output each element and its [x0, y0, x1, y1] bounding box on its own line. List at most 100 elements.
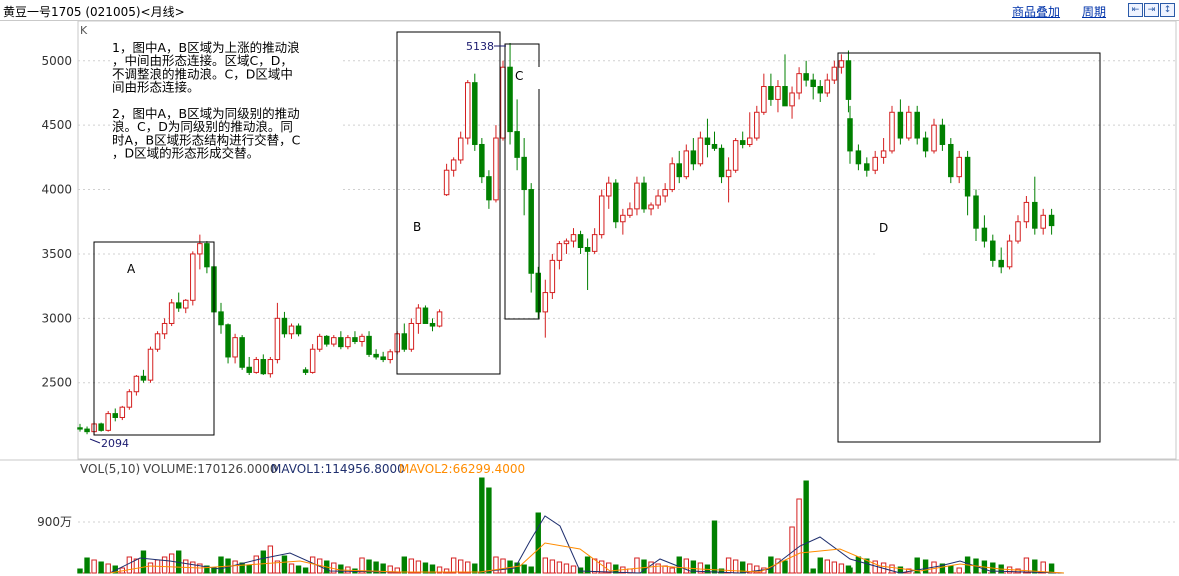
volume-bar	[218, 556, 224, 574]
volume-bar	[267, 545, 274, 574]
volume-bar	[889, 564, 895, 574]
candle-down	[77, 427, 83, 430]
region-label-b: B	[413, 220, 421, 234]
candle-down	[914, 111, 920, 139]
nav-first-button[interactable]: ⇤	[1128, 3, 1143, 17]
candle-down	[998, 259, 1004, 268]
candle-down	[218, 311, 224, 326]
volume-bar	[789, 526, 795, 574]
candle-down	[429, 322, 436, 327]
volume-bar	[161, 556, 168, 574]
low-value-label: 2094	[101, 437, 129, 450]
volume-bar	[711, 520, 718, 574]
volume-bar	[288, 563, 295, 574]
candle-up	[359, 335, 365, 343]
candle-down	[528, 189, 534, 274]
y-tick-label: 2500	[41, 376, 72, 390]
volume-bar	[415, 560, 422, 574]
candle-down	[973, 195, 979, 229]
candle-down	[486, 176, 492, 201]
candle-down	[422, 307, 429, 324]
volume-bar	[855, 556, 862, 574]
candle-down	[939, 124, 946, 145]
candle-up	[831, 66, 838, 81]
candle-down	[676, 163, 682, 178]
volume-bar	[838, 563, 845, 574]
candle-up	[889, 111, 895, 152]
candle-down	[140, 375, 147, 381]
candle-up	[253, 359, 259, 373]
low-leader-line	[89, 438, 101, 444]
candle-up	[732, 140, 739, 171]
candle-up	[880, 150, 887, 158]
candle-down	[472, 82, 478, 145]
candle-down	[380, 356, 386, 361]
kline-chart[interactable]: K 2500 3000 3500 4000 4500 5000 A B C D 5138 2094 1…	[0, 21, 1179, 576]
volume-bar	[824, 559, 830, 574]
price-axis: K 2500 3000 3500 4000 4500 5000	[41, 24, 88, 390]
volume-bar	[239, 562, 245, 574]
volume-bar	[98, 561, 104, 574]
candle-up	[183, 299, 189, 309]
candle-up	[465, 82, 471, 139]
chart-title: 黄豆一号1705 (021005)<月线>	[3, 5, 185, 19]
volume-bar	[147, 562, 154, 574]
candle-down	[1048, 214, 1055, 227]
volume-bar	[535, 512, 541, 574]
volume-bar	[831, 561, 838, 574]
volume-bar	[669, 567, 675, 574]
volume-bar	[91, 559, 97, 574]
candle-up	[161, 322, 168, 335]
volume-bar	[521, 564, 527, 574]
candle-up	[1006, 240, 1013, 268]
overlay-link[interactable]: 商品叠加	[1012, 3, 1060, 20]
candle-down	[613, 182, 619, 223]
y-tick-label: 4000	[41, 183, 72, 197]
candle-down	[401, 333, 408, 350]
peak-value-label: 5138	[466, 40, 494, 53]
candle-up	[789, 92, 795, 107]
candle-down	[260, 359, 267, 375]
candle-up	[931, 124, 937, 152]
volume-bar	[922, 559, 929, 574]
volume-bar	[408, 558, 415, 574]
candle-down	[803, 73, 809, 81]
candle-down	[948, 143, 954, 178]
volume-bar	[796, 498, 802, 574]
candle-up	[662, 189, 668, 197]
volume-bar	[309, 556, 316, 574]
annotation-box: 1，图中A，B区域为上涨的推动浪，中间由形态连接。区域C，D，不调整浪的推动浪。…	[111, 35, 343, 202]
nav-zoom-button[interactable]: ↕	[1160, 3, 1175, 17]
candle-up	[669, 163, 675, 191]
candle-down	[366, 335, 372, 355]
candle-up	[450, 159, 457, 171]
vol-header-label: VOL(5,10)	[80, 462, 140, 476]
candle-up	[634, 182, 640, 210]
candle-down	[922, 137, 929, 152]
volume-bar	[450, 557, 457, 574]
volume-bar	[338, 564, 344, 574]
volume-pane: VOL(5,10) VOLUME:170126.0000MAVOL1:114956…	[37, 462, 1176, 574]
nav-last-button[interactable]: ⇥	[1144, 3, 1159, 17]
volume-bar	[634, 557, 640, 574]
volume-bar	[662, 565, 668, 574]
volume-bar	[948, 565, 954, 574]
volume-bar	[401, 556, 408, 574]
period-link[interactable]: 周期	[1082, 3, 1106, 20]
candle-up	[906, 111, 912, 139]
candle-up	[796, 73, 802, 94]
candle-up	[147, 348, 154, 381]
candle-down	[1032, 201, 1038, 229]
candle-down	[718, 147, 725, 178]
volume-bar	[84, 557, 90, 574]
volume-bar	[549, 559, 556, 574]
candle-up	[436, 311, 443, 327]
annotation-line: 间由形态连接。	[112, 80, 200, 95]
candle-up	[316, 335, 323, 350]
candle-up	[697, 137, 704, 165]
candle-up	[761, 86, 767, 113]
candle-up	[1040, 214, 1046, 229]
volume-value: VOLUME:170126.0000	[143, 462, 277, 476]
candle-down	[373, 353, 379, 358]
candle-up	[683, 150, 690, 178]
